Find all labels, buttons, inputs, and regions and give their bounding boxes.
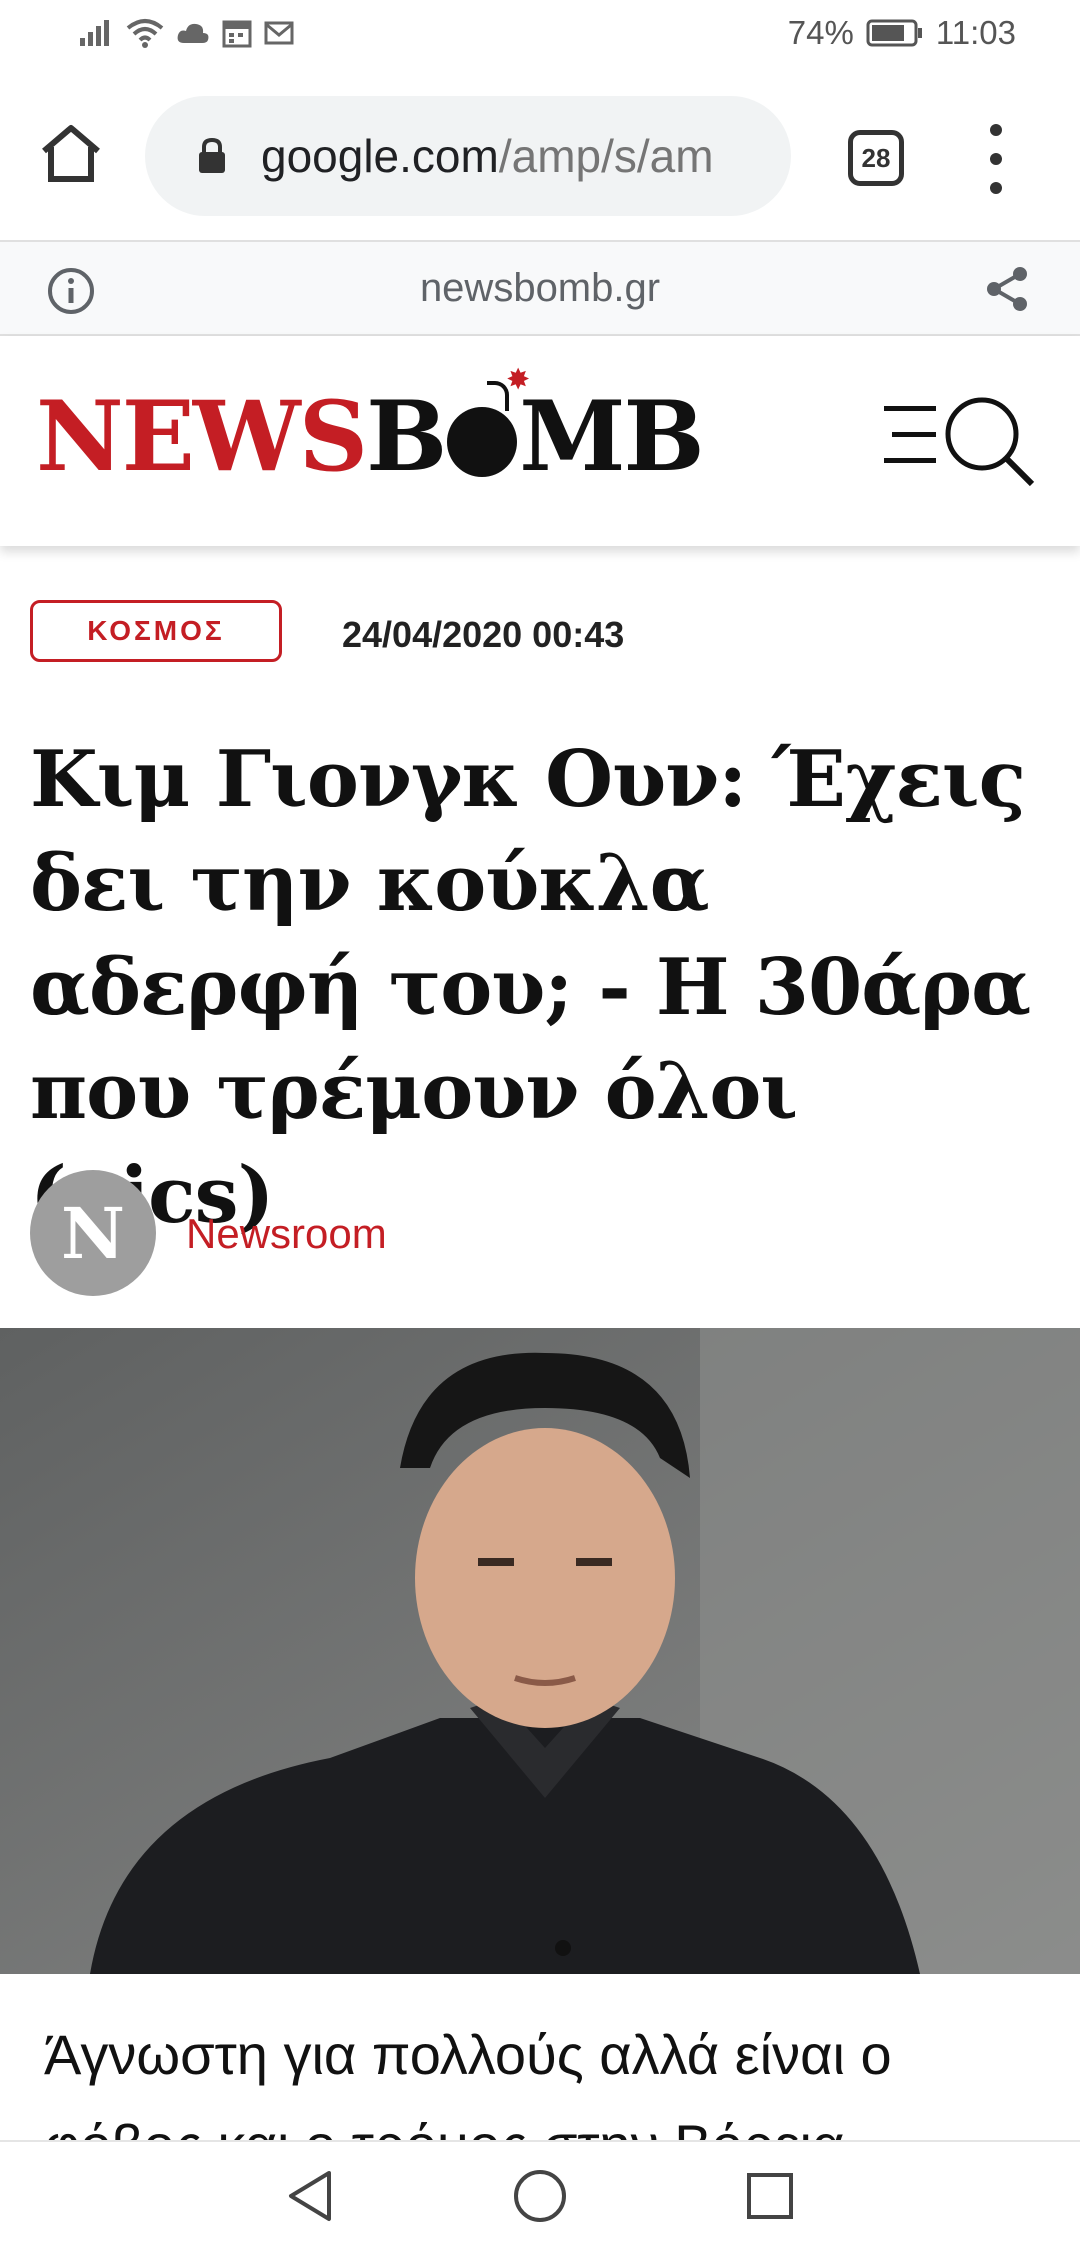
logo-bomb-text: B ✸ MB <box>366 365 705 493</box>
recents-icon <box>747 2173 793 2219</box>
address-bar[interactable]: google.com/amp/s/am <box>145 96 791 216</box>
signal-icon <box>80 20 109 46</box>
url-host: google.com <box>261 130 499 182</box>
amp-domain: newsbomb.gr <box>419 266 661 310</box>
author-avatar: N <box>30 1170 156 1296</box>
overflow-menu-button[interactable] <box>978 124 1014 194</box>
back-button[interactable] <box>278 2164 342 2228</box>
url-text: google.com/amp/s/am <box>261 129 714 183</box>
menu-search-icon[interactable] <box>884 396 1036 488</box>
clock: 11:03 <box>935 14 1016 51</box>
article-headline: Κιμ Γιονγκ Ουν: Έχεις δει την κούκλα αδε… <box>30 734 1031 1241</box>
menu-dot-icon <box>990 124 1002 136</box>
category-badge[interactable]: ΚΟΣΜΟΣ <box>30 600 282 662</box>
home-circle-icon <box>514 2170 566 2222</box>
logo-news-text: NEWS <box>36 379 368 493</box>
status-icons-left <box>78 18 294 48</box>
author-avatar-letter: N <box>61 1191 125 1275</box>
recents-button[interactable] <box>738 2164 802 2228</box>
hero-photo <box>0 1328 1080 1974</box>
home-icon <box>42 125 100 182</box>
article-lead: Άγνωστη για πολλούς αλλά είναι ο φόβος κ… <box>44 2023 892 2140</box>
system-navigation-bar <box>0 2140 1080 2244</box>
calendar-icon <box>222 20 252 48</box>
menu-dot-icon <box>990 153 1002 165</box>
status-bar: 74% 11:03 <box>0 0 1080 72</box>
back-icon <box>289 2171 331 2221</box>
tab-switcher-button[interactable]: 28 <box>848 130 904 186</box>
lock-icon <box>199 137 225 173</box>
amp-viewer-bar: newsbomb.gr <box>0 240 1080 336</box>
wifi-icon <box>126 19 164 48</box>
browser-toolbar: google.com/amp/s/am 28 <box>0 72 1080 240</box>
home-nav-button[interactable] <box>508 2164 572 2228</box>
battery-percent: 74% <box>787 14 854 51</box>
logo-b-text: B <box>366 379 447 493</box>
gmail-icon <box>264 21 294 45</box>
author-name[interactable]: Newsroom <box>186 1210 387 1258</box>
bomb-icon: ✸ <box>447 365 529 477</box>
logo-mb-text: MB <box>519 379 704 493</box>
article-hero-image <box>0 1328 1080 1974</box>
url-path: /amp/s/am <box>498 130 714 182</box>
menu-dot-icon <box>990 182 1002 194</box>
cloud-icon <box>177 23 209 43</box>
site-header: NEWS B ✸ MB <box>0 336 1080 546</box>
home-button[interactable] <box>36 118 106 188</box>
status-icons-right: 74% 11:03 <box>788 14 1016 52</box>
newsbomb-logo[interactable]: NEWS B ✸ MB <box>36 365 705 496</box>
lead-container: Άγνωστη για πολλούς αλλά είναι ο φόβος κ… <box>0 1974 1080 2140</box>
battery-icon <box>866 19 922 47</box>
tab-count: 28 <box>861 142 891 173</box>
publish-date: 24/04/2020 00:43 <box>342 614 625 655</box>
share-icon[interactable] <box>982 264 1032 314</box>
